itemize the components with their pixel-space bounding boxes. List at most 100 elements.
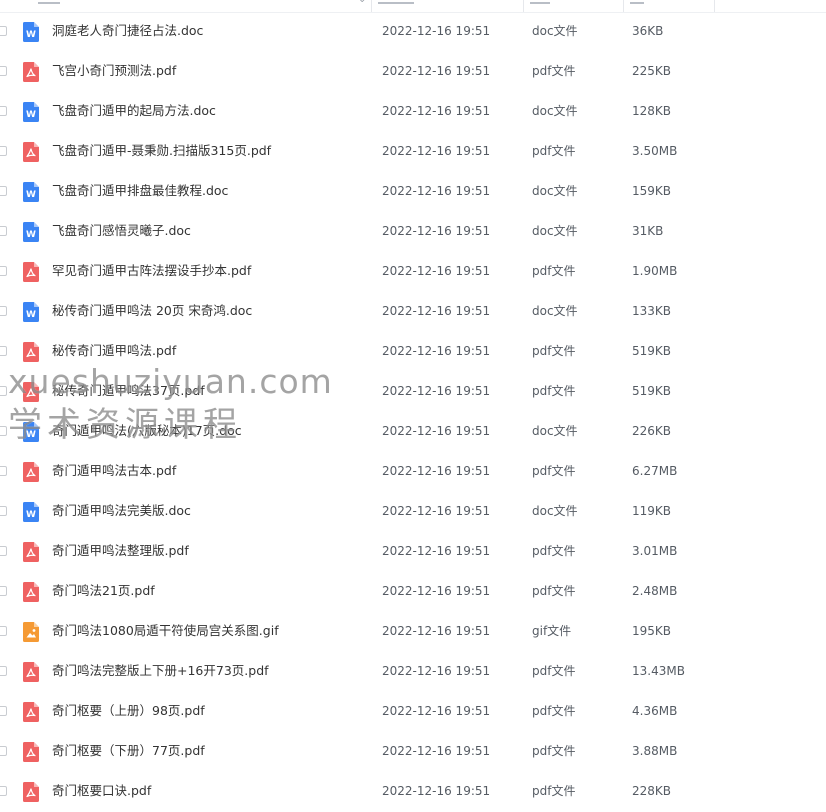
file-modified-date: 2022-12-16 19:51 bbox=[382, 24, 491, 38]
svg-text:W: W bbox=[26, 190, 36, 200]
image-file-icon bbox=[23, 622, 39, 642]
row-checkbox[interactable] bbox=[0, 466, 7, 476]
pdf-file-icon bbox=[23, 742, 39, 762]
column-divider[interactable] bbox=[714, 0, 715, 12]
row-checkbox[interactable] bbox=[0, 426, 7, 436]
file-name[interactable]: 奇门遁甲鸣法(六版秘本)17页.doc bbox=[52, 423, 242, 439]
file-name[interactable]: 飞盘奇门遁甲-聂秉勋.扫描版315页.pdf bbox=[52, 143, 271, 159]
sort-arrow-icon[interactable]: ⌄ bbox=[358, 0, 366, 5]
word-doc-icon: W bbox=[23, 302, 39, 322]
row-checkbox[interactable] bbox=[0, 146, 7, 156]
header-date-label-stub bbox=[378, 2, 414, 4]
row-checkbox[interactable] bbox=[0, 626, 7, 636]
file-name[interactable]: 飞宫小奇门预测法.pdf bbox=[52, 63, 176, 79]
file-modified-date: 2022-12-16 19:51 bbox=[382, 664, 491, 678]
file-size: 119KB bbox=[632, 504, 672, 518]
file-name[interactable]: 奇门枢要（上册）98页.pdf bbox=[52, 703, 205, 719]
file-row[interactable]: W 奇门遁甲鸣法完美版.doc 2022-12-16 19:51 doc文件 119KB bbox=[0, 492, 826, 532]
file-name[interactable]: 秘传奇门遁甲鸣法 20页 宋奇鸿.doc bbox=[52, 303, 252, 319]
row-checkbox[interactable] bbox=[0, 666, 7, 676]
file-type: doc文件 bbox=[532, 104, 578, 118]
row-checkbox[interactable] bbox=[0, 586, 7, 596]
row-checkbox[interactable] bbox=[0, 26, 7, 36]
file-name[interactable]: 奇门遁甲鸣法完美版.doc bbox=[52, 503, 191, 519]
file-name[interactable]: 奇门枢要（下册）77页.pdf bbox=[52, 743, 205, 759]
row-checkbox[interactable] bbox=[0, 506, 7, 516]
row-checkbox[interactable] bbox=[0, 306, 7, 316]
file-row[interactable]: W 奇门遁甲鸣法(六版秘本)17页.doc 2022-12-16 19:51 doc文… bbox=[0, 412, 826, 452]
file-row[interactable]: 秘传奇门遁甲鸣法.pdf 2022-12-16 19:51 pdf文件 519KB bbox=[0, 332, 826, 372]
column-divider[interactable] bbox=[523, 0, 524, 12]
file-modified-date: 2022-12-16 19:51 bbox=[382, 64, 491, 78]
file-size: 3.88MB bbox=[632, 744, 678, 758]
file-name[interactable]: 罕见奇门遁甲古阵法摆设手抄本.pdf bbox=[52, 263, 251, 279]
file-row[interactable]: 飞宫小奇门预测法.pdf 2022-12-16 19:51 pdf文件 225KB bbox=[0, 52, 826, 92]
file-type: doc文件 bbox=[532, 424, 578, 438]
file-name[interactable]: 奇门鸣法21页.pdf bbox=[52, 583, 155, 599]
column-divider[interactable] bbox=[623, 0, 624, 12]
file-name[interactable]: 奇门遁甲鸣法整理版.pdf bbox=[52, 543, 189, 559]
svg-text:W: W bbox=[26, 30, 36, 40]
file-name[interactable]: 秘传奇门遁甲鸣法37页.pdf bbox=[52, 383, 205, 399]
file-size: 128KB bbox=[632, 104, 672, 118]
row-checkbox[interactable] bbox=[0, 386, 7, 396]
pdf-file-icon bbox=[23, 462, 39, 482]
file-modified-date: 2022-12-16 19:51 bbox=[382, 224, 491, 238]
file-row[interactable]: 奇门鸣法1080局遁干符使局宫关系图.gif 2022-12-16 19:51 gi… bbox=[0, 612, 826, 652]
row-checkbox[interactable] bbox=[0, 106, 7, 116]
row-checkbox[interactable] bbox=[0, 346, 7, 356]
file-name[interactable]: 飞盘奇门遁甲排盘最佳教程.doc bbox=[52, 183, 228, 199]
file-row[interactable]: 罕见奇门遁甲古阵法摆设手抄本.pdf 2022-12-16 19:51 pdf文件 1… bbox=[0, 252, 826, 292]
file-type: gif文件 bbox=[532, 624, 572, 638]
row-checkbox[interactable] bbox=[0, 186, 7, 196]
file-row[interactable]: 奇门枢要（上册）98页.pdf 2022-12-16 19:51 pdf文件 4.36… bbox=[0, 692, 826, 732]
svg-text:W: W bbox=[26, 430, 36, 440]
file-modified-date: 2022-12-16 19:51 bbox=[382, 704, 491, 718]
word-doc-icon: W bbox=[23, 102, 39, 122]
file-row[interactable]: 奇门鸣法完整版上下册+16开73页.pdf 2022-12-16 19:51 pdf… bbox=[0, 652, 826, 692]
file-type: pdf文件 bbox=[532, 704, 576, 718]
header-size-label-stub bbox=[630, 2, 644, 4]
file-row[interactable]: 奇门枢要（下册）77页.pdf 2022-12-16 19:51 pdf文件 3.88… bbox=[0, 732, 826, 772]
file-name[interactable]: 飞盘奇门感悟灵曦子.doc bbox=[52, 223, 191, 239]
file-row[interactable]: 飞盘奇门遁甲-聂秉勋.扫描版315页.pdf 2022-12-16 19:51 pd… bbox=[0, 132, 826, 172]
row-checkbox[interactable] bbox=[0, 706, 7, 716]
file-row[interactable]: W 飞盘奇门遁甲排盘最佳教程.doc 2022-12-16 19:51 doc文件 15… bbox=[0, 172, 826, 212]
word-doc-icon: W bbox=[23, 182, 39, 202]
file-size: 36KB bbox=[632, 24, 664, 38]
pdf-file-icon bbox=[23, 62, 39, 82]
file-modified-date: 2022-12-16 19:51 bbox=[382, 784, 491, 798]
file-type: pdf文件 bbox=[532, 144, 576, 158]
file-size: 226KB bbox=[632, 424, 672, 438]
file-name[interactable]: 奇门鸣法完整版上下册+16开73页.pdf bbox=[52, 663, 269, 679]
file-name[interactable]: 奇门遁甲鸣法古本.pdf bbox=[52, 463, 176, 479]
header-type-label-stub bbox=[530, 2, 550, 4]
file-type: pdf文件 bbox=[532, 344, 576, 358]
column-divider[interactable] bbox=[371, 0, 372, 12]
row-checkbox[interactable] bbox=[0, 66, 7, 76]
file-modified-date: 2022-12-16 19:51 bbox=[382, 424, 491, 438]
row-checkbox[interactable] bbox=[0, 546, 7, 556]
pdf-file-icon bbox=[23, 542, 39, 562]
file-modified-date: 2022-12-16 19:51 bbox=[382, 144, 491, 158]
file-type: pdf文件 bbox=[532, 264, 576, 278]
file-modified-date: 2022-12-16 19:51 bbox=[382, 744, 491, 758]
file-row[interactable]: 奇门鸣法21页.pdf 2022-12-16 19:51 pdf文件 2.48MB bbox=[0, 572, 826, 612]
file-name[interactable]: 飞盘奇门遁甲的起局方法.doc bbox=[52, 103, 216, 119]
file-row[interactable]: W 飞盘奇门感悟灵曦子.doc 2022-12-16 19:51 doc文件 31KB bbox=[0, 212, 826, 252]
row-checkbox[interactable] bbox=[0, 746, 7, 756]
file-row[interactable]: 奇门遁甲鸣法整理版.pdf 2022-12-16 19:51 pdf文件 3.01MB bbox=[0, 532, 826, 572]
file-row[interactable]: W 秘传奇门遁甲鸣法 20页 宋奇鸿.doc 2022-12-16 19:51 doc… bbox=[0, 292, 826, 332]
file-row[interactable]: 奇门遁甲鸣法古本.pdf 2022-12-16 19:51 pdf文件 6.27MB bbox=[0, 452, 826, 492]
file-name[interactable]: 奇门鸣法1080局遁干符使局宫关系图.gif bbox=[52, 623, 279, 639]
file-row[interactable]: W 飞盘奇门遁甲的起局方法.doc 2022-12-16 19:51 doc文件 128… bbox=[0, 92, 826, 132]
file-row[interactable]: 奇门枢要口诀.pdf 2022-12-16 19:51 pdf文件 228KB bbox=[0, 772, 826, 812]
file-name[interactable]: 洞庭老人奇门捷径占法.doc bbox=[52, 23, 203, 39]
row-checkbox[interactable] bbox=[0, 226, 7, 236]
row-checkbox[interactable] bbox=[0, 266, 7, 276]
file-row[interactable]: 秘传奇门遁甲鸣法37页.pdf 2022-12-16 19:51 pdf文件 519K… bbox=[0, 372, 826, 412]
row-checkbox[interactable] bbox=[0, 786, 7, 796]
file-row[interactable]: W 洞庭老人奇门捷径占法.doc 2022-12-16 19:51 doc文件 36KB bbox=[0, 12, 826, 52]
file-name[interactable]: 秘传奇门遁甲鸣法.pdf bbox=[52, 343, 176, 359]
file-name[interactable]: 奇门枢要口诀.pdf bbox=[52, 783, 151, 799]
